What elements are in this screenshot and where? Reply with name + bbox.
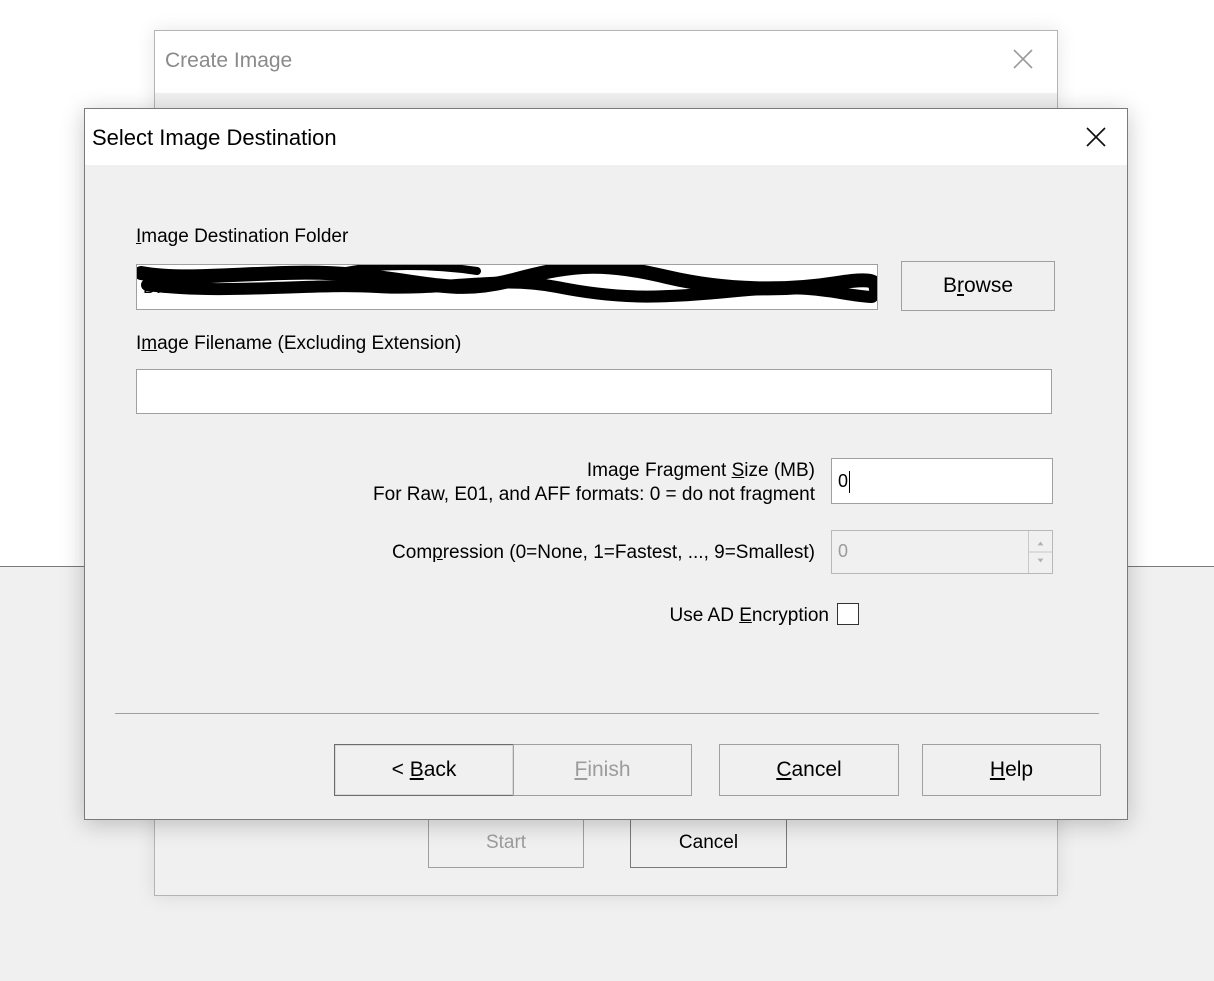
ad-encryption-label: Use AD Encryption: [669, 605, 830, 626]
filename-label: Image Filename (Excluding Extension): [136, 333, 462, 354]
browse-button[interactable]: Br owse: [901, 261, 1055, 311]
dialog-separator: [115, 713, 1099, 714]
cancel-button[interactable]: Cancel: [719, 744, 899, 796]
dialog-title: Select Image Destination: [92, 125, 337, 150]
fragment-size-input[interactable]: 0: [831, 458, 1053, 504]
destination-folder-label: Image Destination Folder: [136, 226, 349, 247]
create-image-title-bar: Create Image: [155, 31, 1057, 93]
help-button[interactable]: Help: [922, 744, 1101, 796]
fragment-size-note: For Raw, E01, and AFF formats: 0 = do no…: [373, 484, 815, 505]
finish-button[interactable]: Finish: [513, 744, 692, 796]
create-image-title: Create Image: [165, 49, 293, 72]
destination-folder-field[interactable]: D:\: [136, 264, 878, 310]
compression-spinner[interactable]: 0: [831, 530, 1053, 574]
close-icon[interactable]: [1009, 45, 1037, 73]
start-button[interactable]: Start: [428, 818, 584, 868]
fragment-size-label: Image Fragment Size (MB): [586, 460, 815, 481]
compression-label: Compression (0=None, 1=Fastest, ..., 9=S…: [392, 542, 815, 563]
compression-value: 0: [838, 541, 849, 561]
redaction-scribble: [137, 265, 877, 303]
spin-arrows-icon[interactable]: [1028, 531, 1052, 573]
back-button[interactable]: < Back: [334, 744, 514, 796]
text-caret: [849, 471, 851, 494]
dialog-title-bar: Select Image Destination: [85, 109, 1127, 165]
select-image-destination-dialog: Select Image Destination Image Destinati…: [84, 108, 1128, 820]
filename-input[interactable]: [136, 369, 1052, 414]
ad-encryption-checkbox[interactable]: [837, 603, 859, 625]
close-icon[interactable]: [1081, 122, 1111, 152]
back-cancel-button[interactable]: Cancel: [630, 818, 787, 868]
